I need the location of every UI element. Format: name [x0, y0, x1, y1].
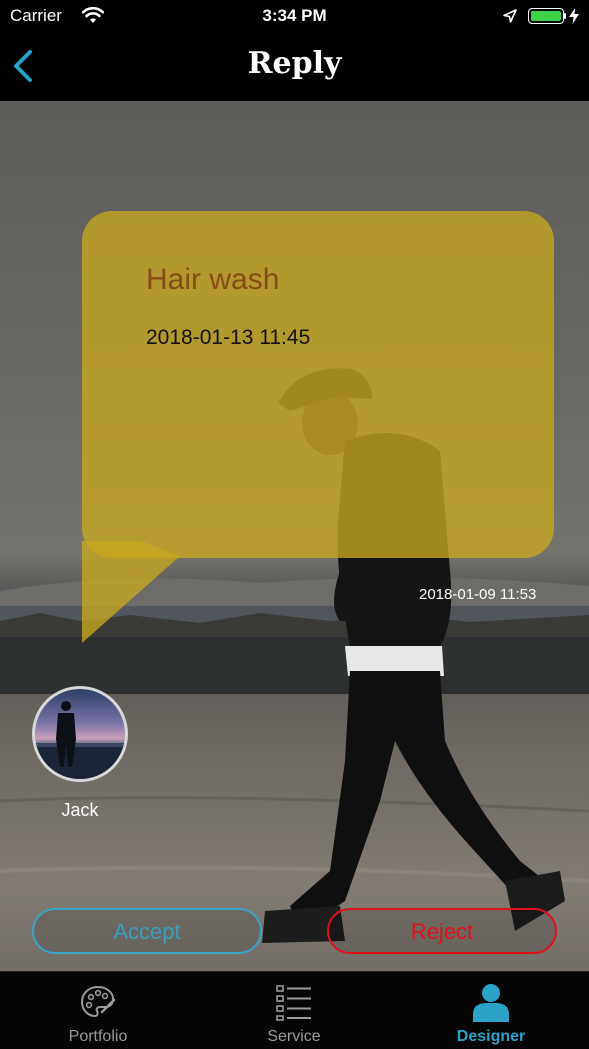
reply-content: Hair wash 2018-01-13 11:45 2018-01-09 11…: [0, 101, 589, 971]
tab-label-designer: Designer: [456, 1028, 526, 1045]
tab-label-service: Service: [267, 1028, 321, 1045]
tab-service[interactable]: Service: [196, 972, 392, 1049]
palette-icon: [80, 985, 116, 1018]
request-timestamp: 2018-01-13 11:45: [146, 326, 311, 349]
tab-designer[interactable]: Designer: [393, 972, 589, 1049]
avatar[interactable]: [32, 686, 128, 782]
reject-button[interactable]: Reject: [327, 908, 557, 954]
page-title: Reply: [247, 46, 342, 81]
user-name: Jack: [61, 800, 99, 820]
status-bar: Carrier 3:34 PM: [0, 0, 589, 34]
accept-button[interactable]: Accept: [32, 908, 262, 954]
avatar-photo: [35, 701, 125, 779]
navigation-bar: Reply: [0, 34, 589, 101]
clock-time: 3:34 PM: [262, 6, 327, 25]
reply-timestamp: 2018-01-09 11:53: [419, 586, 537, 603]
list-icon: [276, 985, 311, 1021]
tab-label-portfolio: Portfolio: [68, 1028, 128, 1045]
charging-bolt-icon: [569, 8, 579, 24]
battery-icon: [528, 8, 564, 24]
location-arrow-icon: [503, 9, 517, 23]
message-bubble: Hair wash 2018-01-13 11:45: [82, 211, 554, 651]
person-icon: [473, 984, 509, 1022]
battery-nub: [564, 13, 566, 19]
tab-bar: Portfolio Service Designer: [0, 971, 589, 1049]
tab-portfolio[interactable]: Portfolio: [0, 972, 196, 1049]
service-title: Hair wash: [146, 263, 280, 296]
